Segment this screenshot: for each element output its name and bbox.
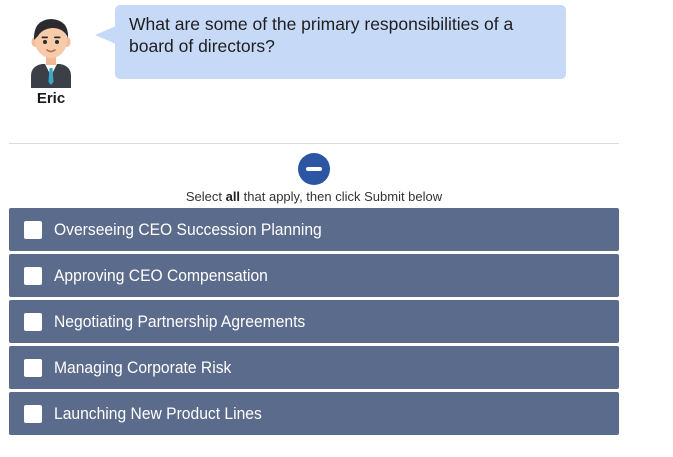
instruction-prefix: Select — [185, 189, 226, 204]
option-overseeing-ceo-succession[interactable]: Overseeing CEO Succession Planning — [9, 208, 619, 251]
option-label: Managing Corporate Risk — [54, 357, 232, 377]
instruction-suffix: that apply, then click Submit below — [240, 189, 443, 204]
checkbox[interactable] — [24, 220, 42, 239]
answer-options: Overseeing CEO Succession Planning Appro… — [9, 208, 619, 438]
minus-circle-icon — [306, 167, 322, 171]
instruction-text: Select all that apply, then click Submit… — [9, 189, 619, 204]
collapse-button[interactable] — [298, 153, 330, 185]
option-approving-ceo-compensation[interactable]: Approving CEO Compensation — [9, 254, 619, 297]
checkbox[interactable] — [24, 266, 42, 285]
option-label: Launching New Product Lines — [54, 403, 262, 423]
checkbox[interactable] — [24, 404, 42, 423]
option-label: Negotiating Partnership Agreements — [54, 311, 306, 331]
option-negotiating-partnership[interactable]: Negotiating Partnership Agreements — [9, 300, 619, 343]
instruction-emphasis: all — [225, 189, 241, 204]
speech-bubble-tail — [95, 26, 116, 44]
divider — [9, 143, 619, 144]
option-label: Overseeing CEO Succession Planning — [54, 219, 322, 239]
checkbox[interactable] — [24, 358, 42, 377]
avatar-block: Eric — [22, 14, 80, 107]
option-managing-corporate-risk[interactable]: Managing Corporate Risk — [9, 346, 619, 389]
option-label: Approving CEO Compensation — [54, 265, 268, 285]
option-launching-product-lines[interactable]: Launching New Product Lines — [9, 392, 619, 435]
checkbox[interactable] — [24, 312, 42, 331]
speech-bubble: What are some of the primary responsibil… — [115, 5, 566, 79]
speaker-name: Eric — [36, 90, 66, 107]
avatar — [31, 19, 71, 88]
question-text: What are some of the primary responsibil… — [129, 14, 514, 56]
